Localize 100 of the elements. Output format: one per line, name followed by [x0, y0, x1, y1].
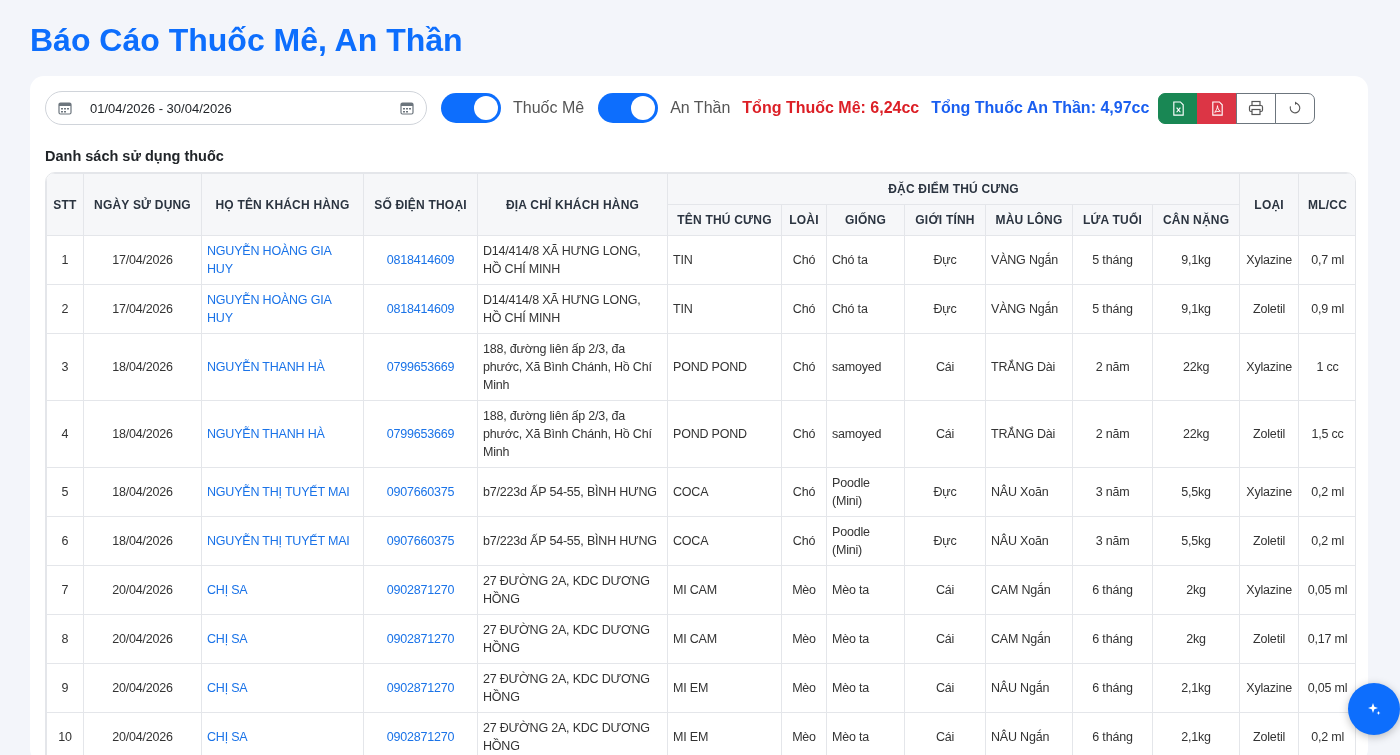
- table-cell: TRẮNG Dài: [985, 333, 1073, 401]
- toggle-label: Thuốc Mê: [513, 99, 585, 117]
- table-link[interactable]: 0902871270: [363, 663, 478, 713]
- refresh-button[interactable]: [1275, 92, 1316, 124]
- table-link[interactable]: 0799653669: [363, 400, 478, 468]
- refresh-icon: [1288, 101, 1303, 115]
- table-cell: 8: [46, 614, 84, 664]
- table-cell: 2kg: [1152, 614, 1240, 664]
- table-cell: D14/414/8 XÃ HƯNG LONG, HỒ CHÍ MINH: [477, 284, 668, 334]
- table-cell: 7: [46, 565, 84, 615]
- table-link[interactable]: NGUYỄN HOÀNG GIA HUY: [201, 235, 364, 285]
- table-link[interactable]: 0902871270: [363, 565, 478, 615]
- table-cell: Poodle (Mini): [826, 516, 905, 566]
- excel-export-button[interactable]: [1158, 92, 1199, 124]
- table-cell: POND POND: [667, 400, 782, 468]
- table-link[interactable]: CHỊ SA: [201, 565, 364, 615]
- table-cell: Cái: [904, 663, 986, 713]
- table-cell: b7/223d ẤP 54-55, BÌNH HƯNG: [477, 516, 668, 566]
- column-header: LOẠI: [1239, 173, 1299, 236]
- table-cell: 27 ĐƯỜNG 2A, KDC DƯƠNG HỒNG: [477, 565, 668, 615]
- table-cell: Đực: [904, 467, 986, 517]
- pdf-export-button[interactable]: [1197, 92, 1238, 124]
- table-cell: MI EM: [667, 663, 782, 713]
- table-cell: COCA: [667, 516, 782, 566]
- table-link[interactable]: 0818414609: [363, 284, 478, 334]
- table-cell: Chó: [781, 516, 827, 566]
- table-cell: NÂU Xoăn: [985, 516, 1073, 566]
- table-link[interactable]: CHỊ SA: [201, 614, 364, 664]
- table-link[interactable]: 0818414609: [363, 235, 478, 285]
- print-button[interactable]: [1236, 92, 1277, 124]
- printer-icon: [1248, 100, 1265, 116]
- table-cell: samoyed: [826, 400, 905, 468]
- table-cell: Mèo ta: [826, 565, 905, 615]
- calendar-icon: [58, 101, 72, 115]
- table-cell: COCA: [667, 467, 782, 517]
- table-cell: NÂU Xoăn: [985, 467, 1073, 517]
- table-cell: 1: [46, 235, 84, 285]
- column-header: ĐỊA CHỈ KHÁCH HÀNG: [477, 173, 668, 236]
- table-cell: 5,5kg: [1152, 467, 1240, 517]
- table-link[interactable]: 0907660375: [363, 467, 478, 517]
- column-header: GIỐNG: [826, 204, 905, 236]
- sparkle-icon: [1366, 701, 1382, 717]
- table-link[interactable]: NGUYỄN THỊ TUYẾT MAI: [201, 467, 364, 517]
- page-title: Báo Cáo Thuốc Mê, An Thần: [30, 21, 464, 60]
- toggle-switch[interactable]: [441, 93, 501, 123]
- table-cell: NÂU Ngắn: [985, 663, 1073, 713]
- date-input[interactable]: 01/04/2026 - 30/04/2026: [90, 100, 382, 116]
- table-link[interactable]: NGUYỄN THANH HÀ: [201, 333, 364, 401]
- table-cell: Zoletil: [1239, 400, 1299, 468]
- column-group-header: ĐẶC ĐIỂM THÚ CƯNG: [667, 173, 1240, 205]
- table-cell: VÀNG Ngắn: [985, 284, 1073, 334]
- table-cell: 18/04/2026: [83, 516, 202, 566]
- table-link[interactable]: 0907660375: [363, 516, 478, 566]
- table-cell: b7/223d ẤP 54-55, BÌNH HƯNG: [477, 467, 668, 517]
- table-cell: 6 tháng: [1072, 663, 1153, 713]
- table-link[interactable]: 0799653669: [363, 333, 478, 401]
- table-cell: Xylazine: [1239, 663, 1299, 713]
- column-header: TÊN THÚ CƯNG: [667, 204, 782, 236]
- column-header: NGÀY SỬ DỤNG: [83, 173, 202, 236]
- table-cell: Poodle (Mini): [826, 467, 905, 517]
- table-link[interactable]: CHỊ SA: [201, 663, 364, 713]
- table-cell: Mèo: [781, 614, 827, 664]
- table-cell: 5: [46, 467, 84, 517]
- table-cell: Đực: [904, 235, 986, 285]
- table-cell: 17/04/2026: [83, 235, 202, 285]
- table-cell: Chó ta: [826, 235, 905, 285]
- table-cell: 17/04/2026: [83, 284, 202, 334]
- calendar-icon[interactable]: [400, 101, 414, 115]
- column-header: GIỚI TÍNH: [904, 204, 986, 236]
- table-cell: 2kg: [1152, 565, 1240, 615]
- toggle-label: An Thần: [670, 99, 731, 117]
- table-cell: 18/04/2026: [83, 333, 202, 401]
- table-cell: 5 tháng: [1072, 235, 1153, 285]
- table-cell: 22kg: [1152, 400, 1240, 468]
- table-cell: Mèo ta: [826, 614, 905, 664]
- table-cell: 4: [46, 400, 84, 468]
- table-link[interactable]: NGUYỄN HOÀNG GIA HUY: [201, 284, 364, 334]
- table-cell: 27 ĐƯỜNG 2A, KDC DƯƠNG HỒNG: [477, 663, 668, 713]
- table-link[interactable]: NGUYỄN THỊ TUYẾT MAI: [201, 516, 364, 566]
- table-cell: 22kg: [1152, 333, 1240, 401]
- table-cell: TIN: [667, 235, 782, 285]
- sparkle-button[interactable]: [1348, 683, 1400, 735]
- column-header: STT: [46, 173, 84, 236]
- table-cell: Chó: [781, 400, 827, 468]
- table-cell: 27 ĐƯỜNG 2A, KDC DƯƠNG HỒNG: [477, 614, 668, 664]
- column-header: SỐ ĐIỆN THOẠI: [363, 173, 478, 236]
- table-link[interactable]: NGUYỄN THANH HÀ: [201, 400, 364, 468]
- column-header: HỌ TÊN KHÁCH HÀNG: [201, 173, 364, 236]
- table-cell: TIN: [667, 284, 782, 334]
- table-cell: 2 năm: [1072, 333, 1153, 401]
- table-link[interactable]: 0902871270: [363, 614, 478, 664]
- table-cell: Chó ta: [826, 284, 905, 334]
- table-cell: Xylazine: [1239, 235, 1299, 285]
- table-cell: 9: [46, 663, 84, 713]
- table-cell: Cái: [904, 333, 986, 401]
- table-cell: Chó: [781, 235, 827, 285]
- total-amount: Tổng Thuốc Mê: 6,24cc: [742, 99, 920, 117]
- toggle-switch[interactable]: [598, 93, 659, 123]
- table-cell: Chó: [781, 333, 827, 401]
- table-cell: 5,5kg: [1152, 516, 1240, 566]
